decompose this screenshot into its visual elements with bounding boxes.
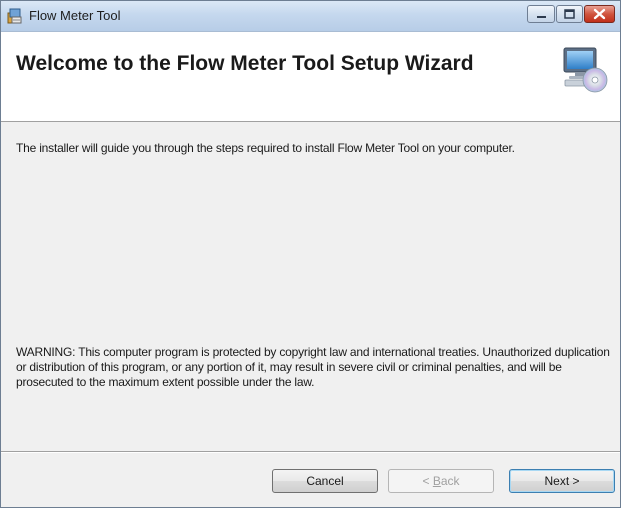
installer-window: Flow Meter Tool Welcome to the Flow Mete… bbox=[0, 0, 621, 508]
wizard-header: Welcome to the Flow Meter Tool Setup Wiz… bbox=[1, 32, 620, 122]
installer-app-icon bbox=[7, 8, 22, 24]
title-bar[interactable]: Flow Meter Tool bbox=[1, 1, 620, 32]
minimize-button[interactable] bbox=[527, 5, 555, 23]
window-title: Flow Meter Tool bbox=[29, 8, 121, 23]
back-button[interactable]: < Back bbox=[388, 469, 494, 493]
footer-divider bbox=[1, 451, 620, 453]
back-button-prefix: < bbox=[422, 474, 433, 488]
maximize-icon bbox=[564, 9, 575, 19]
back-button-rest: ack bbox=[440, 474, 460, 488]
minimize-icon bbox=[537, 16, 546, 18]
maximize-button[interactable] bbox=[556, 5, 583, 23]
close-button[interactable] bbox=[584, 5, 615, 23]
next-button[interactable]: Next > bbox=[509, 469, 615, 493]
back-button-mnemonic: B bbox=[432, 474, 441, 488]
close-icon bbox=[593, 8, 606, 20]
intro-text: The installer will guide you through the… bbox=[16, 141, 515, 155]
computer-cd-icon bbox=[563, 47, 608, 93]
copyright-warning: WARNING: This computer program is protec… bbox=[16, 345, 610, 389]
cancel-button[interactable]: Cancel bbox=[272, 469, 378, 493]
wizard-title: Welcome to the Flow Meter Tool Setup Wiz… bbox=[16, 52, 474, 75]
